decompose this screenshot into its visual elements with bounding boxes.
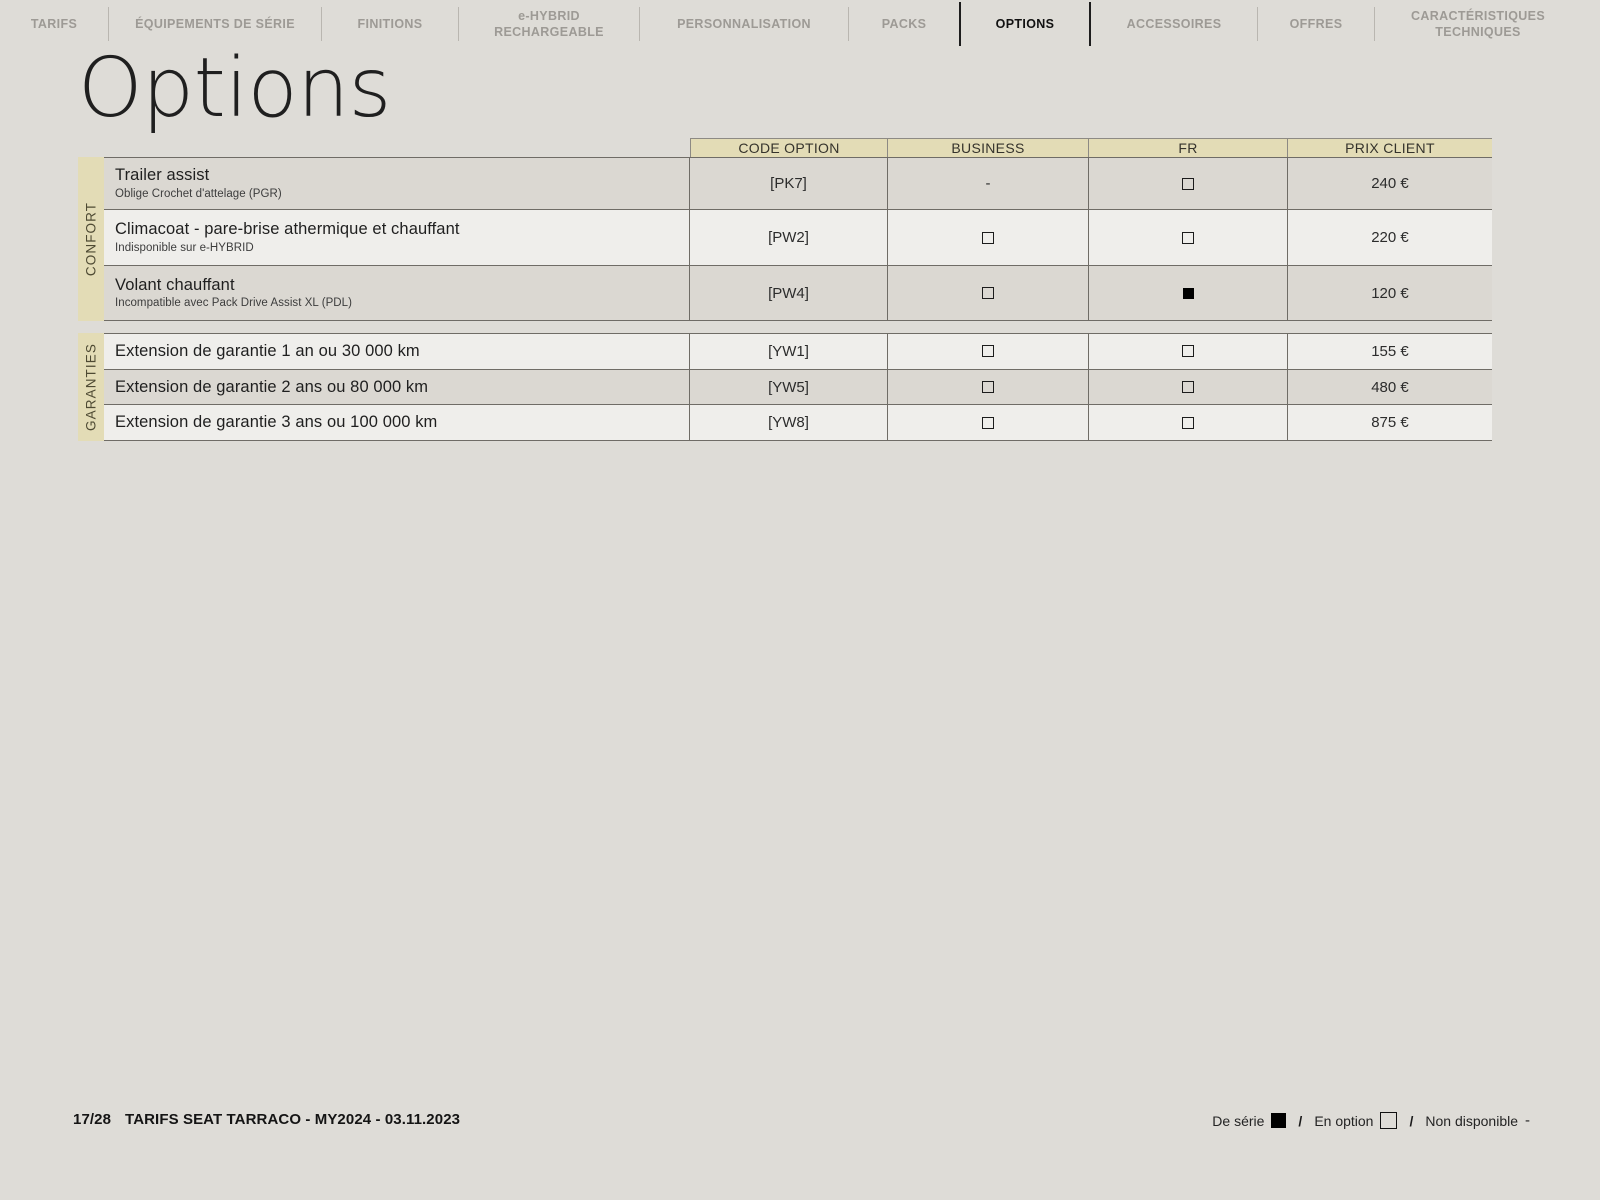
table-row: Trailer assist Oblige Crochet d'attelage …: [104, 157, 1492, 210]
price-cell: 480 €: [1371, 378, 1409, 396]
business-availability-cell: [888, 405, 1089, 441]
table-row: Extension de garantie 1 an ou 30 000 km […: [104, 333, 1492, 369]
option-code-cell: [YW1]: [690, 334, 888, 369]
legend-option-label: En option: [1314, 1112, 1374, 1129]
section-rows: Extension de garantie 1 an ou 30 000 km […: [104, 333, 1492, 442]
page-title: Options: [78, 41, 391, 136]
footer-legend: De série / En option / Non disponible -: [1212, 1112, 1530, 1129]
option-code-cell: [YW8]: [690, 405, 888, 441]
table-section-confort: CONFORT Trailer assist Oblige Crochet d'at…: [78, 157, 1492, 322]
table-section-garanties: GARANTIES Extension de garantie 1 an ou 3…: [78, 333, 1492, 442]
filled-square-icon: [1182, 287, 1194, 299]
nav-tab-packs[interactable]: PACKS: [849, 0, 959, 48]
option-name-cell: Extension de garantie 3 ans ou 100 000 k…: [104, 405, 690, 441]
column-header-code-option: CODE OPTION: [690, 138, 888, 157]
footer-doc-title: TARIFS SEAT TARRACO - MY2024 - 03.11.202…: [125, 1111, 461, 1128]
price-cell: 875 €: [1371, 414, 1409, 432]
empty-square-icon: [1182, 231, 1194, 244]
business-availability-cell: [888, 369, 1089, 405]
option-name: Extension de garantie 1 an ou 30 000 km: [115, 342, 420, 361]
table-row: Volant chauffant Incompatible avec Pack D…: [104, 265, 1492, 322]
empty-square-icon: [1380, 1112, 1398, 1129]
business-availability-cell: -: [888, 158, 1089, 210]
option-name-cell: Climacoat - pare-brise athermique et cha…: [104, 210, 690, 266]
legend-unavailable-label: Non disponible: [1425, 1112, 1518, 1129]
legend-option: En option: [1314, 1112, 1398, 1129]
option-code-cell: [PK7]: [690, 158, 888, 210]
empty-square-icon: [1182, 345, 1194, 358]
option-note: Indisponible sur e-HYBRID: [115, 241, 254, 254]
section-label-text: GARANTIES: [83, 343, 99, 432]
section-label-text: CONFORT: [83, 201, 99, 277]
empty-square-icon: [982, 345, 994, 358]
option-name: Extension de garantie 3 ans ou 100 000 k…: [115, 413, 438, 432]
nav-tab-offres[interactable]: OFFRES: [1258, 0, 1374, 48]
option-code-cell: [PW4]: [690, 266, 888, 321]
option-name: Extension de garantie 2 ans ou 80 000 km: [115, 377, 429, 396]
column-header-business: BUSINESS: [888, 138, 1089, 157]
legend-separator-1: /: [1298, 1112, 1303, 1129]
empty-square-icon: [982, 381, 994, 394]
empty-square-icon: [982, 231, 994, 244]
table-column-headers: CODE OPTION BUSINESS FR PRIX CLIENT: [690, 138, 1492, 157]
empty-square-icon: [982, 416, 994, 429]
fr-availability-cell: [1089, 405, 1288, 441]
dash-icon: -: [985, 175, 991, 193]
section-label-garanties: GARANTIES: [78, 333, 104, 442]
option-name-cell: Extension de garantie 1 an ou 30 000 km: [104, 334, 690, 369]
option-note: Incompatible avec Pack Drive Assist XL (…: [115, 297, 352, 310]
fr-availability-cell: [1089, 158, 1288, 210]
legend-standard: De série: [1212, 1112, 1287, 1129]
empty-square-icon: [1182, 416, 1194, 429]
option-name: Volant chauffant: [115, 275, 235, 294]
nav-tab-personnalisation[interactable]: PERSONNALISATION: [640, 0, 848, 48]
footer-document-info: 17/28 TARIFS SEAT TARRACO - MY2024 - 03.1…: [73, 1111, 460, 1128]
option-name-cell: Volant chauffant Incompatible avec Pack D…: [104, 266, 690, 321]
option-code-cell: [PW2]: [690, 210, 888, 266]
fr-availability-cell: [1089, 334, 1288, 369]
fr-availability-cell: [1089, 369, 1288, 405]
filled-square-icon: [1271, 1113, 1287, 1128]
empty-square-icon: [1182, 381, 1194, 394]
dash-icon: -: [1525, 1112, 1530, 1129]
price-cell: 120 €: [1371, 284, 1409, 302]
option-name-cell: Trailer assist Oblige Crochet d'attelage …: [104, 158, 690, 210]
nav-tab-caract-ristiques-techniques[interactable]: CARACTÉRISTIQUES TECHNIQUES: [1375, 0, 1581, 48]
nav-tab-e-hybrid-rechargeable[interactable]: e-HYBRID RECHARGEABLE: [459, 0, 639, 48]
price-cell: 155 €: [1371, 342, 1409, 360]
business-availability-cell: [888, 334, 1089, 369]
option-name: Trailer assist: [115, 166, 210, 184]
option-code-cell: [YW5]: [690, 369, 888, 405]
price-cell: 220 €: [1371, 229, 1409, 247]
legend-separator-2: /: [1409, 1112, 1414, 1129]
options-table: CODE OPTION BUSINESS FR PRIX CLIENT CONFORT…: [78, 138, 1492, 442]
column-header-prix-client: PRIX CLIENT: [1288, 138, 1492, 157]
empty-square-icon: [982, 287, 994, 300]
table-row: Extension de garantie 2 ans ou 80 000 km…: [104, 368, 1492, 405]
nav-tab-options[interactable]: OPTIONS: [961, 0, 1089, 48]
table-row: Climacoat - pare-brise athermique et cha…: [104, 209, 1492, 266]
table-sections: CONFORT Trailer assist Oblige Crochet d'at…: [78, 157, 1492, 442]
footer-page-number: 17/28: [73, 1111, 112, 1128]
nav-tab-accessoires[interactable]: ACCESSOIRES: [1091, 0, 1257, 48]
table-row: Extension de garantie 3 ans ou 100 000 k…: [104, 404, 1492, 442]
option-name: Climacoat - pare-brise athermique et cha…: [115, 220, 460, 239]
section-label-confort: CONFORT: [78, 157, 104, 322]
business-availability-cell: [888, 210, 1089, 266]
column-header-fr: FR: [1089, 138, 1288, 157]
price-cell: 240 €: [1371, 175, 1409, 193]
option-name-cell: Extension de garantie 2 ans ou 80 000 km: [104, 369, 690, 405]
business-availability-cell: [888, 266, 1089, 321]
fr-availability-cell: [1089, 210, 1288, 266]
legend-standard-label: De série: [1212, 1112, 1265, 1129]
legend-unavailable: Non disponible -: [1425, 1112, 1530, 1129]
section-rows: Trailer assist Oblige Crochet d'attelage …: [104, 157, 1492, 322]
fr-availability-cell: [1089, 266, 1288, 321]
empty-square-icon: [1182, 177, 1194, 190]
option-note: Oblige Crochet d'attelage (PGR): [115, 187, 282, 200]
